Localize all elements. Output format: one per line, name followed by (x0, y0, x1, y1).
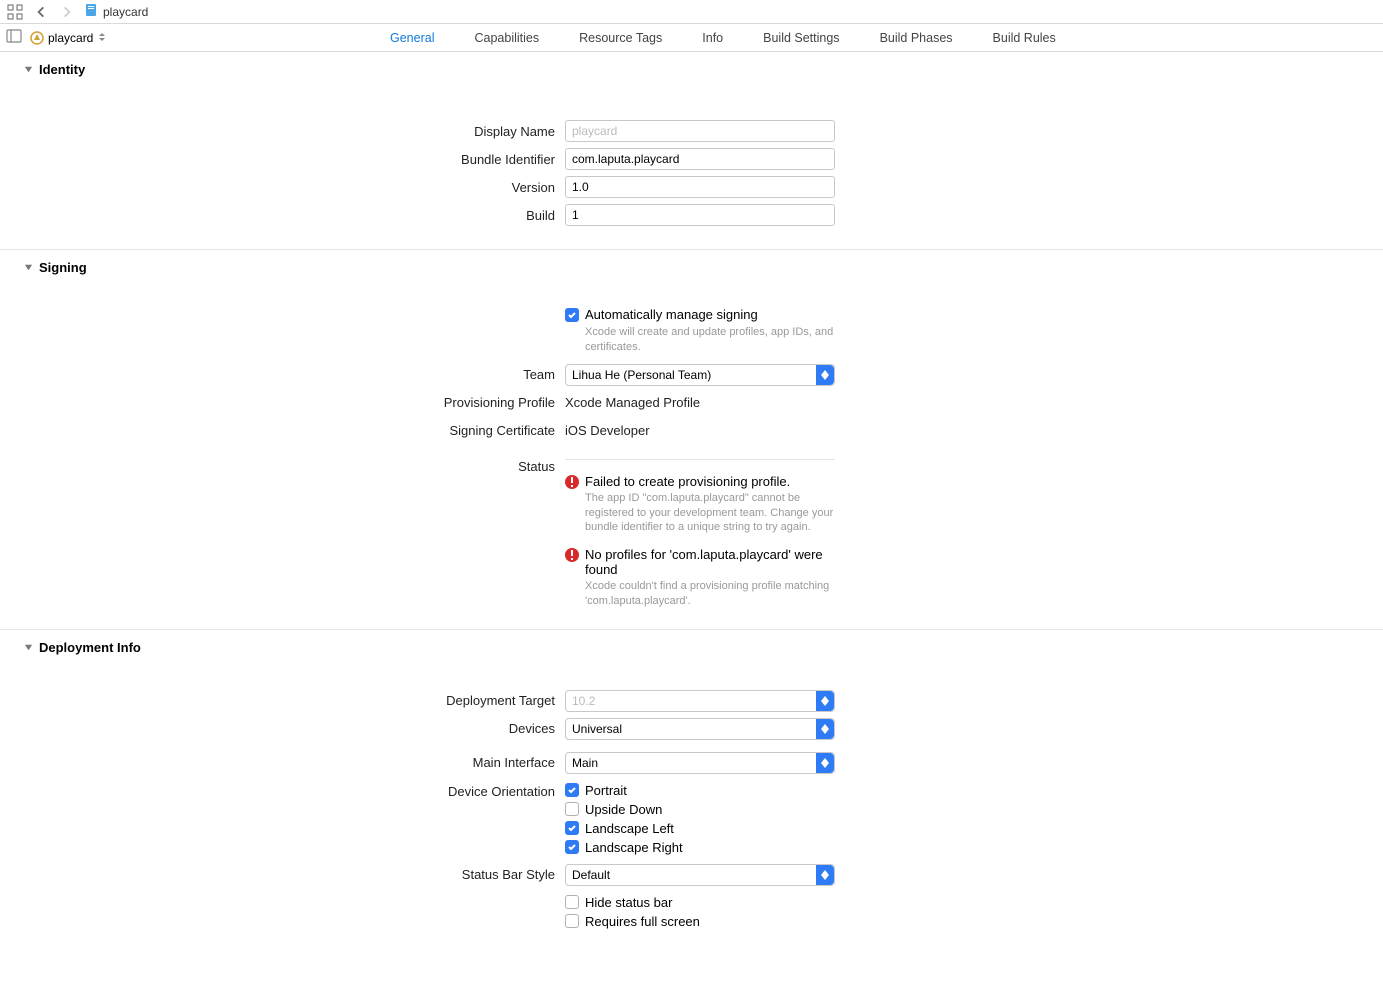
deployment-section: Deployment Info Deployment Target 10.2 D… (0, 630, 1383, 949)
orient-right-checkbox[interactable] (565, 840, 579, 854)
tab-build-settings[interactable]: Build Settings (763, 31, 839, 45)
project-file-icon (84, 3, 98, 20)
orient-right-label: Landscape Right (585, 840, 683, 855)
version-label: Version (512, 180, 555, 195)
signing-title: Signing (39, 260, 87, 275)
status-bar-select[interactable]: Default (565, 864, 835, 886)
tab-build-rules[interactable]: Build Rules (993, 31, 1056, 45)
hide-status-checkbox[interactable] (565, 895, 579, 909)
devices-value: Universal (572, 722, 622, 736)
app-target-icon (30, 31, 44, 45)
error-2-message: Xcode couldn't find a provisioning profi… (585, 579, 835, 609)
tab-build-phases[interactable]: Build Phases (880, 31, 953, 45)
hide-status-label: Hide status bar (585, 895, 672, 910)
main-interface-value: Main (572, 756, 598, 770)
orientation-label: Device Orientation (448, 784, 555, 799)
select-stepper-icon (816, 753, 834, 773)
disclosure-icon[interactable] (24, 640, 33, 655)
cert-value: iOS Developer (565, 423, 650, 438)
side-panel-icon[interactable] (6, 28, 22, 47)
orient-portrait-checkbox[interactable] (565, 783, 579, 797)
status-bar-label: Status Bar Style (462, 867, 555, 882)
cert-label: Signing Certificate (450, 423, 556, 438)
team-value: Lihua He (Personal Team) (572, 368, 711, 382)
full-screen-checkbox[interactable] (565, 914, 579, 928)
status-bar-value: Default (572, 868, 610, 882)
profile-label: Provisioning Profile (444, 395, 555, 410)
tab-resource-tags[interactable]: Resource Tags (579, 31, 662, 45)
error-icon (565, 475, 579, 489)
orient-portrait-label: Portrait (585, 783, 627, 798)
select-stepper-icon (816, 719, 834, 739)
main-interface-label: Main Interface (473, 755, 555, 770)
deploy-target-select[interactable]: 10.2 (565, 690, 835, 712)
bundle-id-input[interactable] (565, 148, 835, 170)
build-label: Build (526, 208, 555, 223)
display-name-input[interactable] (565, 120, 835, 142)
updown-icon (97, 31, 107, 45)
auto-signing-label: Automatically manage signing (585, 307, 758, 322)
tab-info[interactable]: Info (702, 31, 723, 45)
orient-upside-label: Upside Down (585, 802, 662, 817)
target-name: playcard (48, 31, 93, 45)
tab-general[interactable]: General (390, 31, 434, 45)
nav-back-icon[interactable] (32, 3, 50, 21)
error-icon (565, 548, 579, 562)
target-selector[interactable]: playcard (30, 31, 107, 45)
full-screen-label: Requires full screen (585, 914, 700, 929)
devices-label: Devices (509, 721, 555, 736)
nav-forward-icon[interactable] (58, 3, 76, 21)
disclosure-icon[interactable] (24, 260, 33, 275)
identity-section: Identity Display Name Bundle Identifier … (0, 52, 1383, 250)
target-row: playcard General Capabilities Resource T… (0, 24, 1383, 52)
breadcrumb-file-label: playcard (103, 5, 148, 19)
error-2-title: No profiles for 'com.laputa.playcard' we… (585, 547, 835, 577)
orient-upside-checkbox[interactable] (565, 802, 579, 816)
breadcrumb-file[interactable]: playcard (84, 3, 148, 20)
main-interface-select[interactable]: Main (565, 752, 835, 774)
deploy-target-value: 10.2 (572, 694, 595, 708)
deployment-title: Deployment Info (39, 640, 141, 655)
orient-left-checkbox[interactable] (565, 821, 579, 835)
select-stepper-icon (816, 691, 834, 711)
disclosure-icon[interactable] (24, 62, 33, 77)
profile-value: Xcode Managed Profile (565, 395, 700, 410)
related-items-icon[interactable] (6, 3, 24, 21)
deploy-target-label: Deployment Target (446, 693, 555, 708)
auto-signing-checkbox[interactable] (565, 308, 579, 322)
team-select[interactable]: Lihua He (Personal Team) (565, 364, 835, 386)
select-stepper-icon (816, 865, 834, 885)
breadcrumb-bar: playcard (0, 0, 1383, 24)
select-stepper-icon (816, 365, 834, 385)
signing-section: Signing Automatically manage signing Xco… (0, 250, 1383, 630)
build-input[interactable] (565, 204, 835, 226)
settings-tabs: General Capabilities Resource Tags Info … (390, 31, 1056, 45)
bundle-id-label: Bundle Identifier (461, 152, 555, 167)
version-input[interactable] (565, 176, 835, 198)
team-label: Team (523, 367, 555, 382)
error-1-message: The app ID "com.laputa.playcard" cannot … (585, 491, 835, 536)
identity-title: Identity (39, 62, 85, 77)
display-name-label: Display Name (474, 124, 555, 139)
error-1-title: Failed to create provisioning profile. (585, 474, 835, 489)
status-label: Status (518, 459, 555, 474)
tab-capabilities[interactable]: Capabilities (474, 31, 539, 45)
devices-select[interactable]: Universal (565, 718, 835, 740)
auto-signing-help: Xcode will create and update profiles, a… (565, 325, 835, 355)
